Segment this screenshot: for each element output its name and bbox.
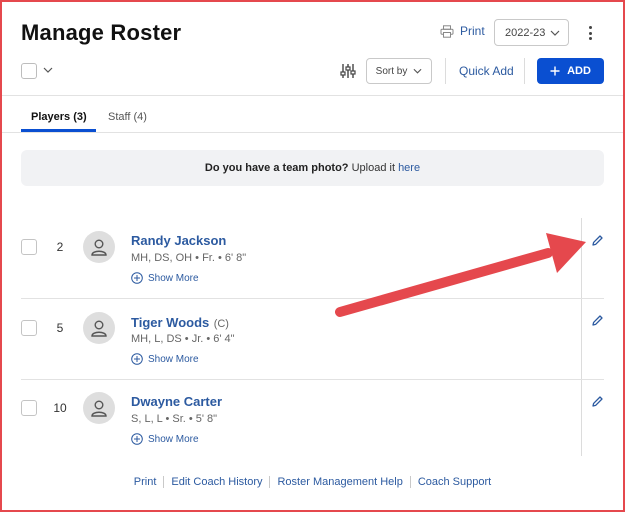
print-label: Print <box>460 24 485 38</box>
player-avatar <box>83 231 115 263</box>
team-photo-banner: Do you have a team photo? Upload it here <box>21 150 604 186</box>
footer-roster-help-link[interactable]: Roster Management Help <box>277 476 402 488</box>
banner-question: Do you have a team photo? <box>204 162 349 174</box>
season-value: 2022-23 <box>505 26 546 39</box>
chevron-down-icon <box>43 67 53 73</box>
player-checkbox[interactable] <box>21 239 37 255</box>
captain-badge: (C) <box>213 318 229 330</box>
footer-links: Print Edit Coach History Roster Manageme… <box>0 476 625 488</box>
header-divider <box>2 95 623 96</box>
season-select[interactable]: 2022-23 <box>494 19 569 46</box>
player-name-link[interactable]: Tiger Woods <box>131 315 209 330</box>
show-more-label: Show More <box>148 433 199 445</box>
player-name-link[interactable]: Randy Jackson <box>131 233 226 248</box>
printer-icon <box>440 24 454 38</box>
show-more-label: Show More <box>148 353 199 365</box>
footer-divider <box>409 476 411 488</box>
tab-staff[interactable]: Staff (4) <box>108 111 147 123</box>
avatar-icon <box>91 400 107 417</box>
chevron-down-icon <box>413 68 422 74</box>
show-more-button[interactable]: Show More <box>131 433 199 445</box>
toolbar-divider <box>524 58 525 84</box>
tab-players[interactable]: Players (3) <box>31 111 87 123</box>
upload-photo-link[interactable]: here <box>398 162 420 174</box>
avatar-icon <box>91 239 107 256</box>
banner-upload-text: Upload it <box>348 162 399 174</box>
player-details: S, L, L • Sr. • 5' 8" <box>131 413 218 425</box>
plus-circle-icon <box>131 433 143 445</box>
player-avatar <box>83 392 115 424</box>
player-name-link[interactable]: Dwayne Carter <box>131 394 222 409</box>
footer-print-link[interactable]: Print <box>134 476 157 488</box>
footer-divider <box>163 476 165 488</box>
player-name-row: Tiger Woods (C) <box>131 314 229 332</box>
sort-by-dropdown[interactable]: Sort by <box>366 58 432 84</box>
actions-column-divider <box>581 218 582 456</box>
avatar-icon <box>91 320 107 337</box>
select-all-checkbox[interactable] <box>21 63 37 79</box>
player-number: 10 <box>53 401 67 415</box>
pencil-icon[interactable] <box>591 395 604 408</box>
footer-coach-history-link[interactable]: Edit Coach History <box>171 476 262 488</box>
footer-divider <box>269 476 271 488</box>
row-divider <box>21 298 604 299</box>
player-checkbox[interactable] <box>21 320 37 336</box>
add-button-label: ADD <box>567 65 591 77</box>
player-details: MH, DS, OH • Fr. • 6' 8" <box>131 252 247 264</box>
plus-icon <box>550 66 560 76</box>
tabs-divider <box>2 132 623 133</box>
kebab-menu-icon[interactable] <box>584 24 596 42</box>
row-divider <box>21 379 604 380</box>
player-name: Randy Jackson <box>131 233 227 248</box>
add-button[interactable]: ADD <box>537 58 604 84</box>
chevron-down-icon <box>550 30 560 36</box>
plus-circle-icon <box>131 353 143 365</box>
plus-circle-icon <box>131 272 143 284</box>
player-number: 5 <box>56 321 64 335</box>
player-details: MH, L, DS • Jr. • 6' 4" <box>131 333 235 345</box>
select-options-chevron[interactable] <box>43 64 53 76</box>
show-more-label: Show More <box>148 272 199 284</box>
player-name: Dwayne Carter <box>131 394 223 409</box>
pencil-icon[interactable] <box>591 234 604 247</box>
footer-coach-support-link[interactable]: Coach Support <box>418 476 491 488</box>
player-avatar <box>83 312 115 344</box>
toolbar-divider <box>445 58 446 84</box>
show-more-button[interactable]: Show More <box>131 353 199 365</box>
quick-add-link[interactable]: Quick Add <box>459 64 514 78</box>
sort-by-label: Sort by <box>375 65 408 77</box>
pencil-icon[interactable] <box>591 314 604 327</box>
player-number: 2 <box>56 240 64 254</box>
print-button[interactable]: Print <box>440 24 485 38</box>
filter-sliders-icon[interactable] <box>339 62 357 80</box>
player-checkbox[interactable] <box>21 400 37 416</box>
page-title: Manage Roster <box>21 20 182 45</box>
show-more-button[interactable]: Show More <box>131 272 199 284</box>
